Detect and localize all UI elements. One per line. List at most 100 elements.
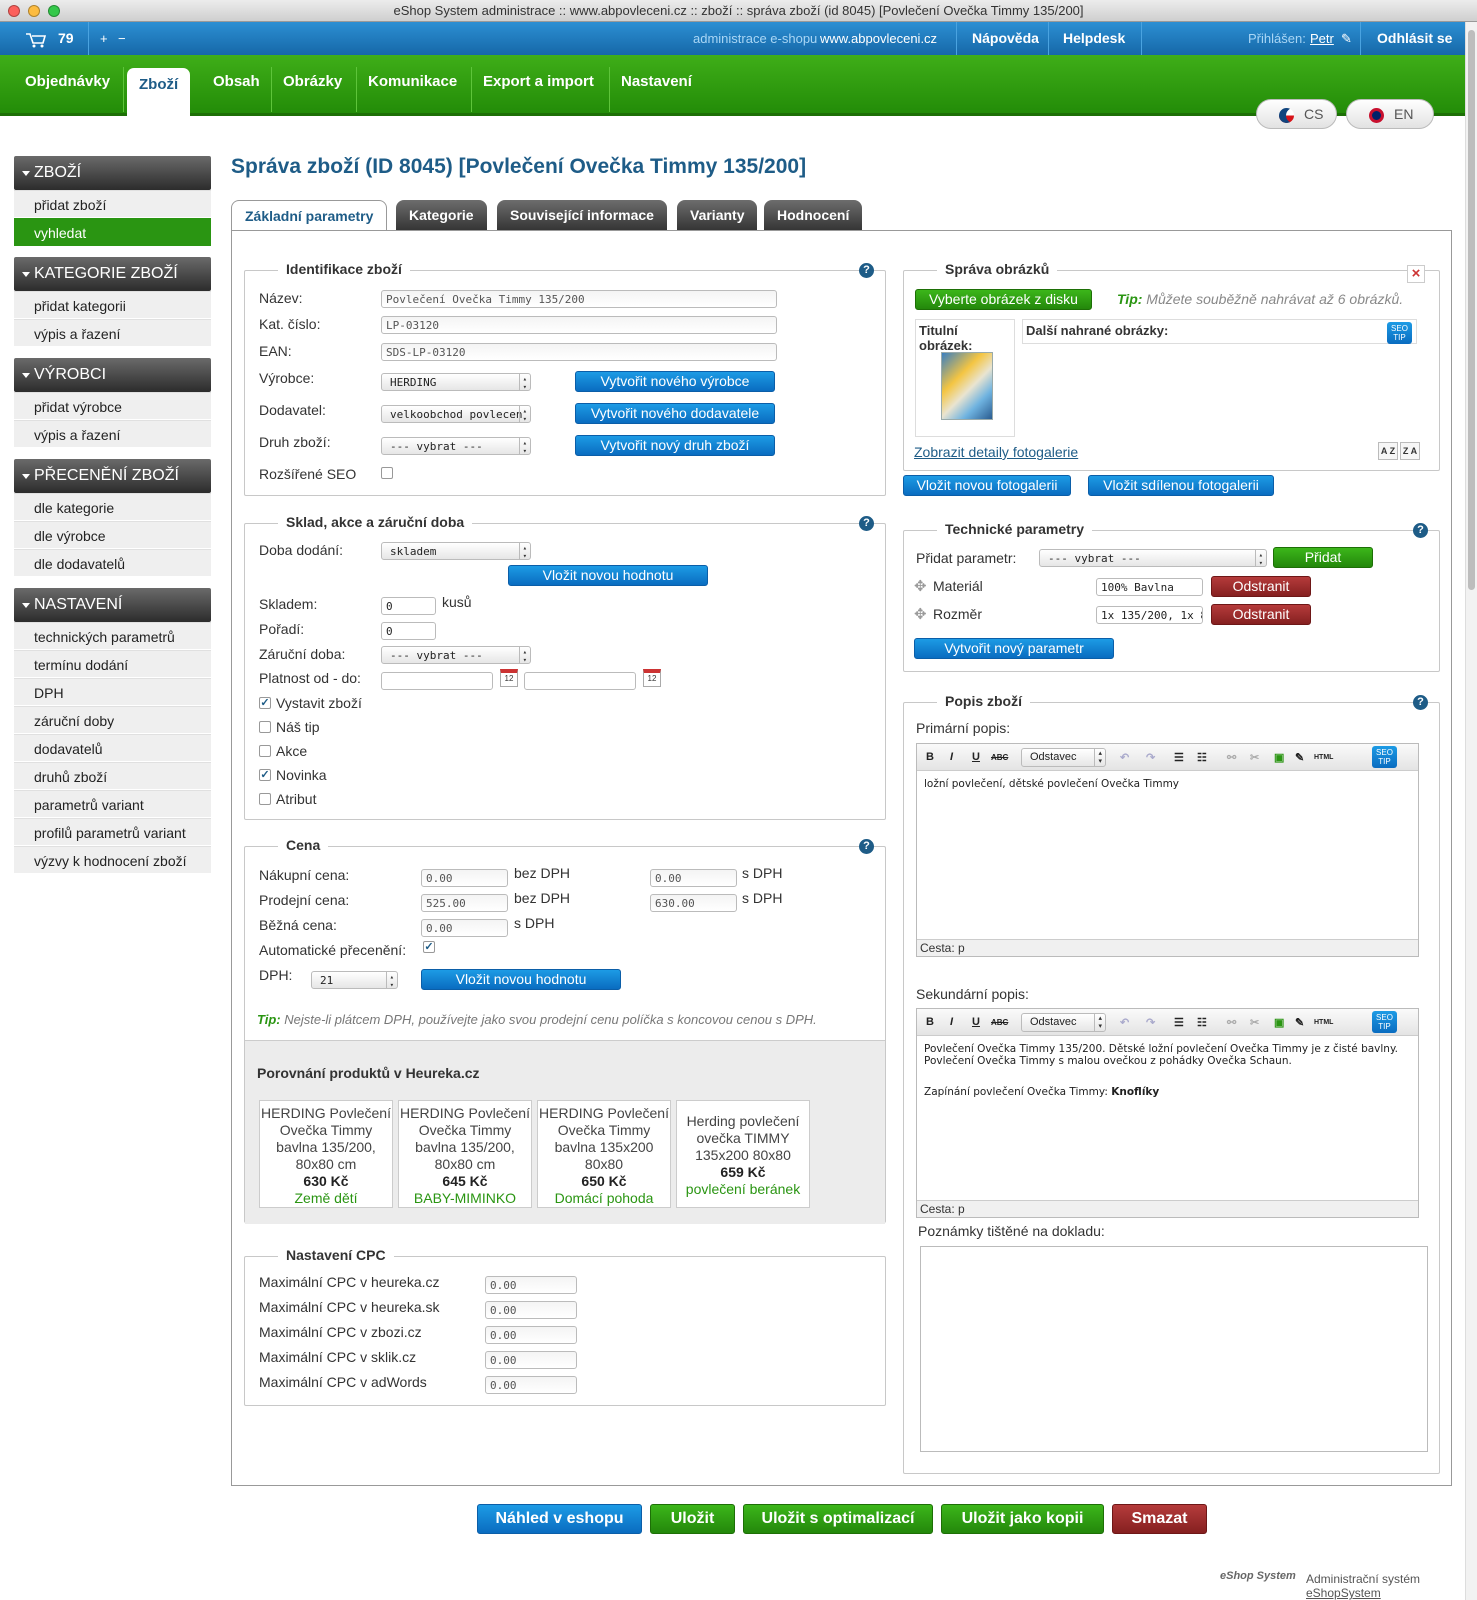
param-value-input[interactable]: 1x 135/200, 1x 80x80	[1096, 606, 1203, 624]
preview-button[interactable]: Náhled v eshopu	[477, 1504, 642, 1534]
new-gallery-button[interactable]: Vložit novou fotogalerii	[903, 475, 1071, 496]
sidebar-item-vypis-vyrobcu[interactable]: výpis a řazení	[14, 420, 211, 448]
link-icon[interactable]: ⚯	[1227, 1016, 1236, 1029]
platnost-do-input[interactable]	[524, 672, 636, 690]
bold-icon[interactable]: B	[926, 1016, 934, 1028]
remove-param-button[interactable]: Odstranit	[1211, 604, 1311, 625]
tab-varianty[interactable]: Varianty	[677, 200, 758, 230]
sidebar-item-parametru-variant[interactable]: parametrů variant	[14, 790, 211, 818]
help-icon[interactable]: ?	[1413, 523, 1428, 538]
dodavatel-select[interactable]: velkoobchod povlecen	[381, 405, 531, 423]
bold-icon[interactable]: B	[926, 751, 934, 763]
calendar-icon[interactable]: 12	[643, 669, 661, 687]
vystavit-checkbox[interactable]: ✓	[259, 697, 271, 709]
vyrobce-select[interactable]: HERDING	[381, 373, 531, 391]
sort-az-icon[interactable]: A Z	[1378, 442, 1398, 460]
cpc-input[interactable]: 0.00	[485, 1376, 577, 1394]
help-icon[interactable]: ?	[859, 839, 874, 854]
sidebar-item-vypis-kategorii[interactable]: výpis a řazení	[14, 319, 211, 347]
heureka-item[interactable]: HERDING Povlečení Ovečka Timmy bavlna 13…	[259, 1100, 393, 1208]
undo-icon[interactable]: ↶	[1120, 751, 1129, 764]
cpc-input[interactable]: 0.00	[485, 1326, 577, 1344]
bullet-list-icon[interactable]: ☰	[1174, 1016, 1184, 1029]
new-druh-button[interactable]: Vytvořit nový druh zboží	[575, 435, 775, 456]
seo-tip-button[interactable]: SEO TIP	[1387, 322, 1412, 344]
new-dph-button[interactable]: Vložit novou hodnotu	[421, 969, 621, 990]
notes-textarea[interactable]	[920, 1246, 1428, 1452]
gallery-detail-link[interactable]: Zobrazit detaily fotogalerie	[914, 444, 1078, 460]
cleanup-icon[interactable]: ✎	[1295, 751, 1304, 764]
strikethrough-icon[interactable]: ABC	[991, 1018, 1008, 1027]
add-param-button[interactable]: Přidat	[1273, 547, 1373, 568]
name-input[interactable]: Povlečení Ovečka Timmy 135/200	[381, 290, 777, 308]
poradi-input[interactable]: 0	[381, 622, 436, 640]
platnost-od-input[interactable]	[381, 672, 493, 690]
secondary-content-line[interactable]: Povlečení Ovečka Timmy s malou ovečkou z…	[924, 1055, 1292, 1067]
sidebar-item-tech-parametru[interactable]: technických parametrů	[14, 622, 211, 650]
numbered-list-icon[interactable]: ☷	[1197, 1016, 1207, 1029]
minimize-window-button[interactable]	[28, 5, 40, 17]
nav-obsah[interactable]: Obsah	[213, 69, 260, 116]
new-dodavatel-button[interactable]: Vytvořit nového dodavatele	[575, 403, 775, 424]
plus-button[interactable]: +	[100, 22, 108, 55]
prodejni-bez-input[interactable]: 525.00	[421, 894, 508, 912]
sidebar-item-dodavatelu[interactable]: dodavatelů	[14, 734, 211, 762]
scrollbar-thumb[interactable]	[1468, 30, 1475, 590]
sidebar-heading-zbozi[interactable]: ZBOŽÍ	[14, 156, 211, 190]
help-link[interactable]: Nápověda	[972, 22, 1039, 55]
sidebar-item-pridat-vyrobce[interactable]: přidat výrobce	[14, 392, 211, 420]
lang-cs[interactable]: CS	[1256, 99, 1337, 129]
kat-input[interactable]: LP-03120	[381, 316, 777, 334]
secondary-content-line[interactable]: Zapínání povlečení Ovečka Timmy: Knoflík…	[924, 1086, 1159, 1098]
tab-hodnoceni[interactable]: Hodnocení	[764, 200, 863, 230]
secondary-content-line[interactable]: Povlečení Ovečka Timmy 135/200. Dětské l…	[924, 1043, 1398, 1055]
heureka-item[interactable]: HERDING Povlečení Ovečka Timmy bavlna 13…	[537, 1100, 671, 1208]
shared-gallery-button[interactable]: Vložit sdílenou fotogalerii	[1088, 475, 1274, 496]
image-icon[interactable]: ▣	[1274, 1016, 1284, 1029]
seo-checkbox[interactable]	[381, 467, 393, 479]
druh-select[interactable]: --- vybrat ---	[381, 437, 531, 455]
nakupni-bez-input[interactable]: 0.00	[421, 869, 508, 887]
close-window-button[interactable]	[8, 5, 20, 17]
sidebar-item-vyzvy-hodnoceni[interactable]: výzvy k hodnocení zboží	[14, 846, 211, 874]
unlink-icon[interactable]: ✂	[1250, 751, 1259, 764]
upload-image-button[interactable]: Vyberte obrázek z disku	[915, 289, 1092, 310]
nakupni-s-input[interactable]: 0.00	[650, 869, 737, 887]
calendar-icon[interactable]: 12	[500, 669, 518, 687]
new-doba-button[interactable]: Vložit novou hodnotu	[508, 565, 708, 586]
sidebar-item-pridat-zbozi[interactable]: přidat zboží	[14, 190, 211, 218]
nav-obrazky[interactable]: Obrázky	[283, 69, 342, 116]
atribut-checkbox[interactable]	[259, 793, 271, 805]
ean-input[interactable]: SDS-LP-03120	[381, 343, 777, 361]
undo-icon[interactable]: ↶	[1120, 1016, 1129, 1029]
sidebar-item-druhu-zbozi[interactable]: druhů zboží	[14, 762, 211, 790]
sidebar-item-pridat-kategorii[interactable]: přidat kategorii	[14, 291, 211, 319]
strikethrough-icon[interactable]: ABC	[991, 753, 1008, 762]
sidebar-item-zarucni-doby[interactable]: záruční doby	[14, 706, 211, 734]
nav-export-import[interactable]: Export a import	[483, 69, 594, 116]
sidebar-heading-preceneni[interactable]: PŘECENĚNÍ ZBOŽÍ	[14, 459, 211, 493]
novinka-checkbox[interactable]: ✓	[259, 769, 271, 781]
seo-tip-button[interactable]: SEO TIP	[1372, 1011, 1397, 1033]
heureka-item[interactable]: Herding povlečení ovečka TIMMY 135x200 8…	[676, 1100, 810, 1208]
numbered-list-icon[interactable]: ☷	[1197, 751, 1207, 764]
doba-select[interactable]: skladem	[381, 542, 531, 560]
tab-zakladni-parametry[interactable]: Základní parametry	[231, 200, 388, 232]
cleanup-icon[interactable]: ✎	[1295, 1016, 1304, 1029]
image-icon[interactable]: ▣	[1274, 751, 1284, 764]
delete-button[interactable]: Smazat	[1112, 1504, 1207, 1534]
new-vyrobce-button[interactable]: Vytvořit nového výrobce	[575, 371, 775, 392]
format-select[interactable]: Odstavec	[1021, 1013, 1106, 1032]
sidebar-heading-vyrobci[interactable]: VÝROBCI	[14, 358, 211, 392]
save-copy-button[interactable]: Uložit jako kopii	[941, 1504, 1104, 1534]
lang-en[interactable]: EN	[1346, 99, 1434, 129]
sidebar-item-dph[interactable]: DPH	[14, 678, 211, 706]
redo-icon[interactable]: ↷	[1146, 751, 1155, 764]
sidebar-item-vyhledat[interactable]: vyhledat	[14, 218, 211, 246]
akce-checkbox[interactable]	[259, 745, 271, 757]
cpc-input[interactable]: 0.00	[485, 1351, 577, 1369]
sidebar-heading-kategorie[interactable]: KATEGORIE ZBOŽÍ	[14, 257, 211, 291]
underline-icon[interactable]: U	[972, 1016, 980, 1028]
close-icon[interactable]: ×	[1407, 265, 1425, 283]
tab-souvisejici-informace[interactable]: Související informace	[497, 200, 667, 230]
